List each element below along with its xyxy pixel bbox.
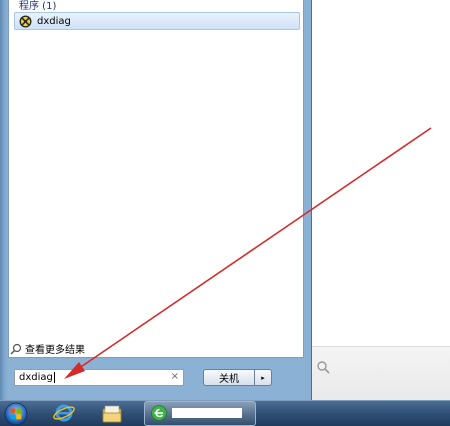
shutdown-button[interactable]: 关机 bbox=[203, 369, 255, 386]
search-input-value: dxdiag bbox=[19, 372, 53, 383]
ie-icon[interactable] bbox=[52, 402, 76, 424]
desktop-background bbox=[312, 0, 450, 400]
start-search-input[interactable]: dxdiag × bbox=[14, 369, 184, 386]
windows-orb-icon[interactable] bbox=[2, 401, 30, 426]
see-more-results-link[interactable]: 查看更多结果 bbox=[10, 341, 85, 356]
result-item-dxdiag[interactable]: dxdiag bbox=[14, 12, 300, 30]
shutdown-options-button[interactable]: ▸ bbox=[254, 369, 272, 386]
clear-search-button[interactable]: × bbox=[171, 371, 179, 382]
desktop-toolbar-strip bbox=[312, 346, 450, 400]
folder-icon[interactable] bbox=[100, 403, 124, 425]
search-results-pane: 程序 (1) bbox=[8, 0, 304, 358]
result-label: dxdiag bbox=[37, 15, 71, 27]
programs-group-header: 程序 (1) bbox=[19, 1, 57, 12]
see-more-label: 查看更多结果 bbox=[25, 345, 85, 356]
search-icon bbox=[317, 361, 330, 374]
browser-icon bbox=[151, 405, 167, 421]
redacted-window-title bbox=[172, 408, 242, 418]
start-menu: 程序 (1) bbox=[0, 0, 312, 400]
text-caret bbox=[53, 372, 55, 383]
dxdiag-icon bbox=[19, 15, 32, 27]
search-icon bbox=[10, 343, 22, 355]
